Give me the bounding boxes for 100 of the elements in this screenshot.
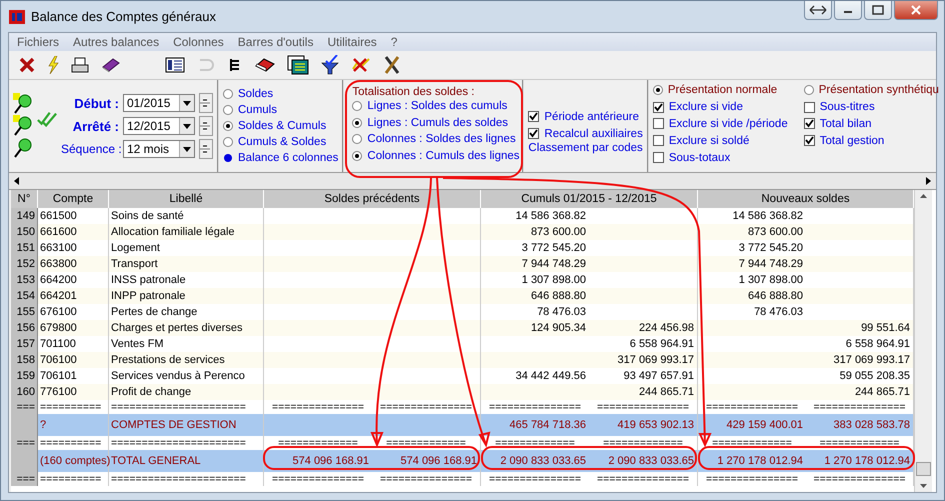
checkbox[interactable]: [652, 152, 664, 164]
checkbox[interactable]: [804, 102, 815, 113]
checkbox[interactable]: [804, 118, 815, 130]
close-button[interactable]: [894, 1, 938, 20]
table-cell: 706100: [38, 352, 109, 368]
radio-button[interactable]: [223, 121, 233, 131]
table-cell: (160 comptes): [38, 450, 109, 472]
checkbox[interactable]: [652, 102, 664, 113]
radio-button[interactable]: [352, 134, 362, 144]
table-cell: 663800: [38, 256, 109, 272]
table-cell: Allocation familiale légale: [109, 224, 264, 240]
option-label: Lignes : Soldes des cumuls: [367, 100, 508, 112]
radio-button[interactable]: [352, 118, 362, 128]
checkbox[interactable]: [528, 111, 540, 122]
period-dropdown[interactable]: 12 mois: [123, 140, 195, 158]
radio-button[interactable]: [352, 150, 362, 161]
option-label: Exclure si soldé: [668, 134, 750, 147]
tools-icon[interactable]: [383, 55, 401, 75]
period-dropdown[interactable]: 12/2015: [123, 117, 195, 135]
delete-icon[interactable]: [19, 57, 35, 73]
menu-item[interactable]: Fichiers: [17, 35, 60, 49]
table-cell: 664201: [38, 288, 109, 304]
printer-icon[interactable]: [71, 57, 89, 73]
checkbox[interactable]: [528, 128, 540, 139]
period-dropdown[interactable]: 01/2015: [123, 94, 195, 112]
horizontal-scrollbar[interactable]: [9, 173, 936, 190]
menu-item[interactable]: Utilitaires: [327, 35, 377, 49]
separator-text: ===============: [380, 473, 472, 485]
field-label: Séquence :: [61, 142, 119, 156]
table-cell: 3 772 545.20: [738, 242, 803, 254]
checkbox[interactable]: [804, 135, 815, 146]
close-icon: [910, 5, 922, 15]
row-number: 155: [11, 304, 38, 320]
row-number: 156: [11, 320, 38, 336]
cross-line-icon[interactable]: [351, 57, 371, 73]
filter-check-icon[interactable]: [321, 55, 339, 75]
eraser-icon[interactable]: [255, 58, 275, 72]
column-header[interactable]: N°: [11, 190, 38, 208]
sort-label: Classement par codes: [528, 142, 643, 154]
radio-button[interactable]: [652, 85, 663, 96]
separator-text: =============: [603, 437, 683, 449]
book-icon[interactable]: [101, 57, 121, 73]
vertical-scrollbar[interactable]: [914, 190, 932, 492]
group-title: Totalisation des soldes :: [352, 86, 476, 98]
table-cell: 3 772 545.20: [522, 242, 586, 254]
radio-button[interactable]: [223, 89, 233, 99]
separator-text: ===============: [272, 401, 364, 413]
option-label: Soldes: [238, 88, 274, 100]
option-label: Balance 6 colonnes: [238, 152, 338, 164]
spin-button[interactable]: [199, 139, 213, 159]
option-label: Sous-titres: [820, 101, 875, 114]
table-cell: 7 944 748.29: [522, 258, 586, 270]
separator-text: ===: [16, 473, 35, 485]
table-cell: 244 865.71: [638, 386, 694, 398]
checkbox[interactable]: [652, 118, 664, 130]
checkbox[interactable]: [652, 135, 664, 146]
separator-text: ======================: [111, 401, 246, 413]
column-header[interactable]: Nouveaux soldes: [698, 190, 914, 208]
double-check-icon: [37, 111, 57, 129]
table-cell: COMPTES DE GESTION: [109, 414, 264, 436]
separator-text: =============: [386, 437, 466, 449]
separator-text: ==========: [40, 473, 102, 485]
list-window-icon[interactable]: [165, 57, 185, 73]
menu-item[interactable]: Colonnes: [173, 35, 224, 49]
checklist-icon[interactable]: [287, 55, 309, 75]
maximize-button[interactable]: [864, 1, 892, 20]
separator-text: ==========: [40, 437, 102, 449]
row-number: 151: [11, 240, 38, 256]
radio-button[interactable]: [352, 101, 362, 112]
table-cell: 224 456.98: [638, 322, 694, 334]
menu-item[interactable]: Autres balances: [73, 35, 160, 49]
table-cell: 6 558 964.91: [630, 338, 694, 350]
table-cell: 317 069 993.17: [834, 354, 910, 366]
spin-button[interactable]: [199, 93, 213, 113]
option-label: Présentation normale: [668, 84, 778, 96]
scroll-thumb[interactable]: [916, 462, 931, 476]
separator-text: ===============: [489, 473, 581, 485]
radio-button[interactable]: [223, 137, 233, 147]
option-label: Total bilan: [820, 118, 872, 130]
table-cell: 661600: [38, 224, 109, 240]
spin-button[interactable]: [199, 116, 213, 136]
column-header[interactable]: Soldes précédents: [264, 190, 481, 208]
option-label: Exclure si vide: [668, 101, 743, 114]
menu-item[interactable]: ?: [390, 35, 398, 49]
minimize-button[interactable]: [834, 1, 862, 20]
field-label: Arrêté :: [72, 118, 119, 134]
lightning-icon[interactable]: [47, 56, 59, 74]
column-header[interactable]: Cumuls 01/2015 - 12/2015: [481, 190, 698, 208]
table-cell: Profit de change: [109, 384, 264, 400]
radio-button[interactable]: [804, 85, 814, 96]
option-label: Cumuls & Soldes: [238, 136, 326, 148]
table-cell: 679800: [38, 320, 109, 336]
separator-text: ======================: [111, 437, 246, 449]
column-header[interactable]: Compte: [38, 190, 109, 208]
radio-button[interactable]: [223, 105, 233, 115]
table-cell: Transport: [109, 256, 264, 272]
column-header[interactable]: Libellé: [109, 190, 264, 208]
menu-item[interactable]: Barres d'outils: [238, 35, 314, 49]
table-cell: 465 784 718.36: [510, 419, 586, 431]
resize-button[interactable]: [804, 1, 832, 20]
